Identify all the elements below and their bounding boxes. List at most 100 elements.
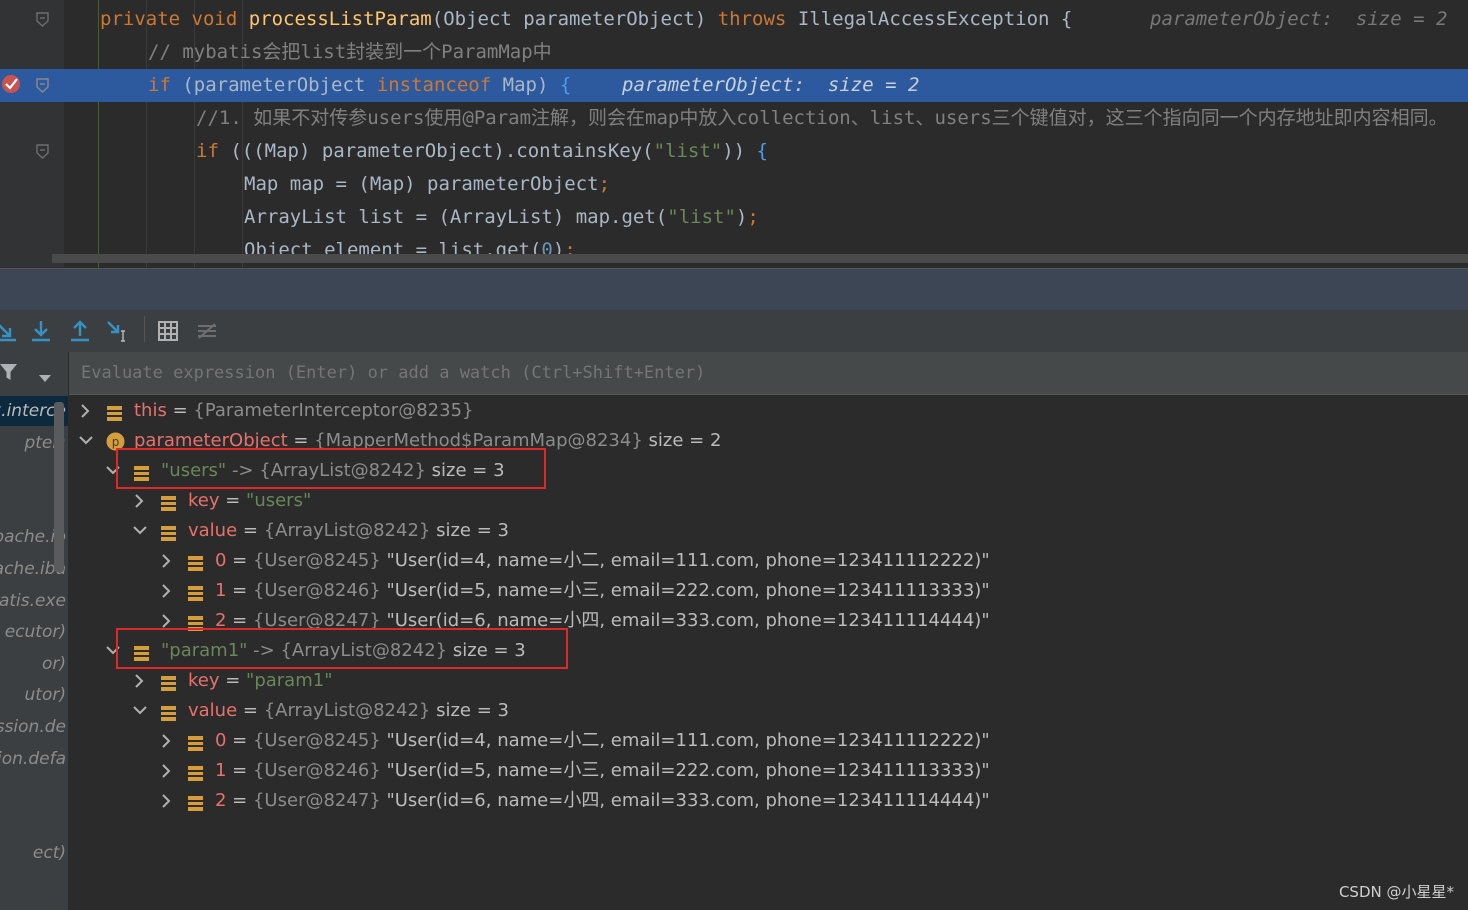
frame-item[interactable]: utor) — [0, 680, 68, 710]
code-editor[interactable]: private void processListParam(Object par… — [0, 0, 1468, 268]
code-line[interactable]: if (((Map) parameterObject).containsKey(… — [0, 135, 1468, 168]
variable-reference: {User@8247} — [252, 790, 381, 811]
variable-value: "param1" — [246, 670, 333, 691]
variable-row[interactable]: value = {ArrayList@8242} size = 3 — [69, 696, 1468, 726]
code-text: private void processListParam(Object par… — [100, 3, 1072, 36]
frame-label: ecutor) — [4, 622, 66, 643]
code-token: ) — [735, 206, 748, 228]
code-token: (((Map) parameterObject).containsKey( — [230, 140, 654, 162]
variable-row[interactable]: 2 = {User@8247} "User(id=6, name=小四, ema… — [69, 786, 1468, 816]
chevron-right-icon[interactable] — [77, 396, 95, 426]
evaluate-expression-input[interactable] — [81, 352, 1281, 394]
field-icon — [187, 732, 204, 751]
code-line[interactable]: Map map = (Map) parameterObject; — [0, 168, 1468, 201]
equals-sign: = — [219, 490, 247, 511]
equals-sign: = — [237, 700, 264, 721]
code-token: Map) — [502, 74, 560, 96]
trace-icon[interactable] — [195, 319, 219, 343]
code-token: if — [148, 74, 183, 96]
svg-text:p: p — [112, 435, 120, 449]
code-token: private void — [100, 8, 249, 30]
code-line[interactable]: if (parameterObject instanceof Map) {par… — [0, 69, 1468, 102]
chevron-right-icon[interactable] — [131, 666, 149, 696]
variable-text: 0 = {User@8245} "User(id=4, name=小二, ema… — [215, 726, 990, 756]
frame-item[interactable]: or) — [0, 649, 68, 679]
equals-sign: = — [226, 760, 253, 781]
variable-row[interactable]: 0 = {User@8245} "User(id=4, name=小二, ema… — [69, 726, 1468, 756]
code-text: ArrayList list = (ArrayList) map.get("li… — [244, 201, 759, 234]
code-token: // mybatis会把list封装到一个ParamMap中 — [148, 41, 552, 63]
code-token: if — [196, 140, 231, 162]
toolbar-divider — [144, 316, 145, 342]
chevron-down-icon[interactable] — [77, 426, 95, 456]
code-token: "list" — [653, 140, 723, 162]
equals-sign: = — [166, 400, 194, 421]
variable-name: 1 — [215, 580, 227, 601]
filter-icon[interactable] — [0, 363, 18, 385]
variable-text: 2 = {User@8247} "User(id=6, name=小四, ema… — [215, 786, 990, 816]
variable-row[interactable]: 0 = {User@8245} "User(id=4, name=小二, ema… — [69, 546, 1468, 576]
frame-item[interactable]: ecutor) — [0, 617, 68, 647]
equals-sign: = — [226, 730, 253, 751]
chevron-right-icon[interactable] — [158, 786, 176, 816]
debug-toolbar — [0, 310, 1468, 353]
chevron-right-icon[interactable] — [158, 726, 176, 756]
frame-item[interactable]: ssion.de — [0, 712, 68, 742]
dropdown-icon[interactable] — [38, 368, 52, 387]
variable-value: "users" — [246, 490, 312, 511]
panel-separator[interactable] — [0, 268, 1468, 311]
equals-sign: = — [226, 580, 253, 601]
code-line[interactable]: // mybatis会把list封装到一个ParamMap中 — [0, 36, 1468, 69]
variable-row[interactable]: key = "users" — [69, 486, 1468, 516]
variable-row[interactable]: this = {ParameterInterceptor@8235} — [69, 396, 1468, 426]
step-into-icon[interactable] — [29, 319, 53, 343]
code-token: throws — [717, 8, 798, 30]
variable-reference: {User@8246} — [252, 580, 381, 601]
code-text: if (((Map) parameterObject).containsKey(… — [196, 135, 768, 168]
chevron-down-icon[interactable] — [131, 696, 149, 726]
code-line[interactable]: ArrayList list = (ArrayList) map.get("li… — [0, 201, 1468, 234]
frame-item[interactable] — [0, 807, 68, 837]
frame-item[interactable] — [0, 775, 68, 805]
variable-reference: {User@8245} — [252, 730, 381, 751]
code-token: ; — [598, 173, 611, 195]
fold-icon[interactable] — [36, 12, 49, 27]
frame-item[interactable]: ect) — [0, 838, 68, 868]
frames-filter-bar — [0, 352, 68, 392]
run-to-cursor-icon[interactable] — [106, 319, 130, 343]
code-line[interactable]: private void processListParam(Object par… — [0, 3, 1468, 36]
equals-sign: = — [226, 790, 253, 811]
variables-panel[interactable]: this = {ParameterInterceptor@8235}pparam… — [69, 352, 1468, 910]
breakpoint-icon[interactable] — [1, 74, 21, 94]
variable-row[interactable]: 1 = {User@8246} "User(id=5, name=小三, ema… — [69, 756, 1468, 786]
chevron-down-icon[interactable] — [131, 516, 149, 546]
fold-icon[interactable] — [36, 78, 49, 93]
variable-text: this = {ParameterInterceptor@8235} — [134, 396, 473, 426]
code-text: // mybatis会把list封装到一个ParamMap中 — [148, 36, 552, 69]
frame-item[interactable]: ion.defa — [0, 744, 68, 774]
step-over-icon[interactable] — [0, 319, 20, 343]
variable-tostring: "User(id=4, name=小二, email=111.com, phon… — [386, 730, 990, 751]
frames-panel[interactable]: x.intercepter)pache.ibache.ibabatis.exee… — [0, 352, 69, 910]
frame-item[interactable]: batis.exe — [0, 586, 68, 616]
field-icon — [106, 402, 123, 421]
param-icon: p — [106, 431, 125, 451]
chevron-right-icon[interactable] — [158, 546, 176, 576]
chevron-right-icon[interactable] — [158, 756, 176, 786]
editor-horizontal-scrollbar[interactable] — [52, 254, 1468, 263]
variable-row[interactable]: key = "param1" — [69, 666, 1468, 696]
variable-row[interactable]: value = {ArrayList@8242} size = 3 — [69, 516, 1468, 546]
code-token: { — [756, 140, 768, 162]
field-icon — [160, 522, 177, 541]
frames-scrollbar[interactable] — [54, 402, 64, 572]
variable-row[interactable]: 1 = {User@8246} "User(id=5, name=小三, ema… — [69, 576, 1468, 606]
annotation-highlight-box — [116, 448, 546, 489]
evaluate-icon[interactable] — [156, 319, 180, 343]
step-out-icon[interactable] — [68, 319, 92, 343]
fold-icon[interactable] — [36, 144, 49, 159]
size-label: size = 3 — [436, 700, 509, 721]
chevron-right-icon[interactable] — [158, 576, 176, 606]
chevron-right-icon[interactable] — [131, 486, 149, 516]
code-token: { — [559, 74, 572, 96]
code-line[interactable]: //1. 如果不对传参users使用@Param注解，则会在map中放入coll… — [0, 102, 1468, 135]
